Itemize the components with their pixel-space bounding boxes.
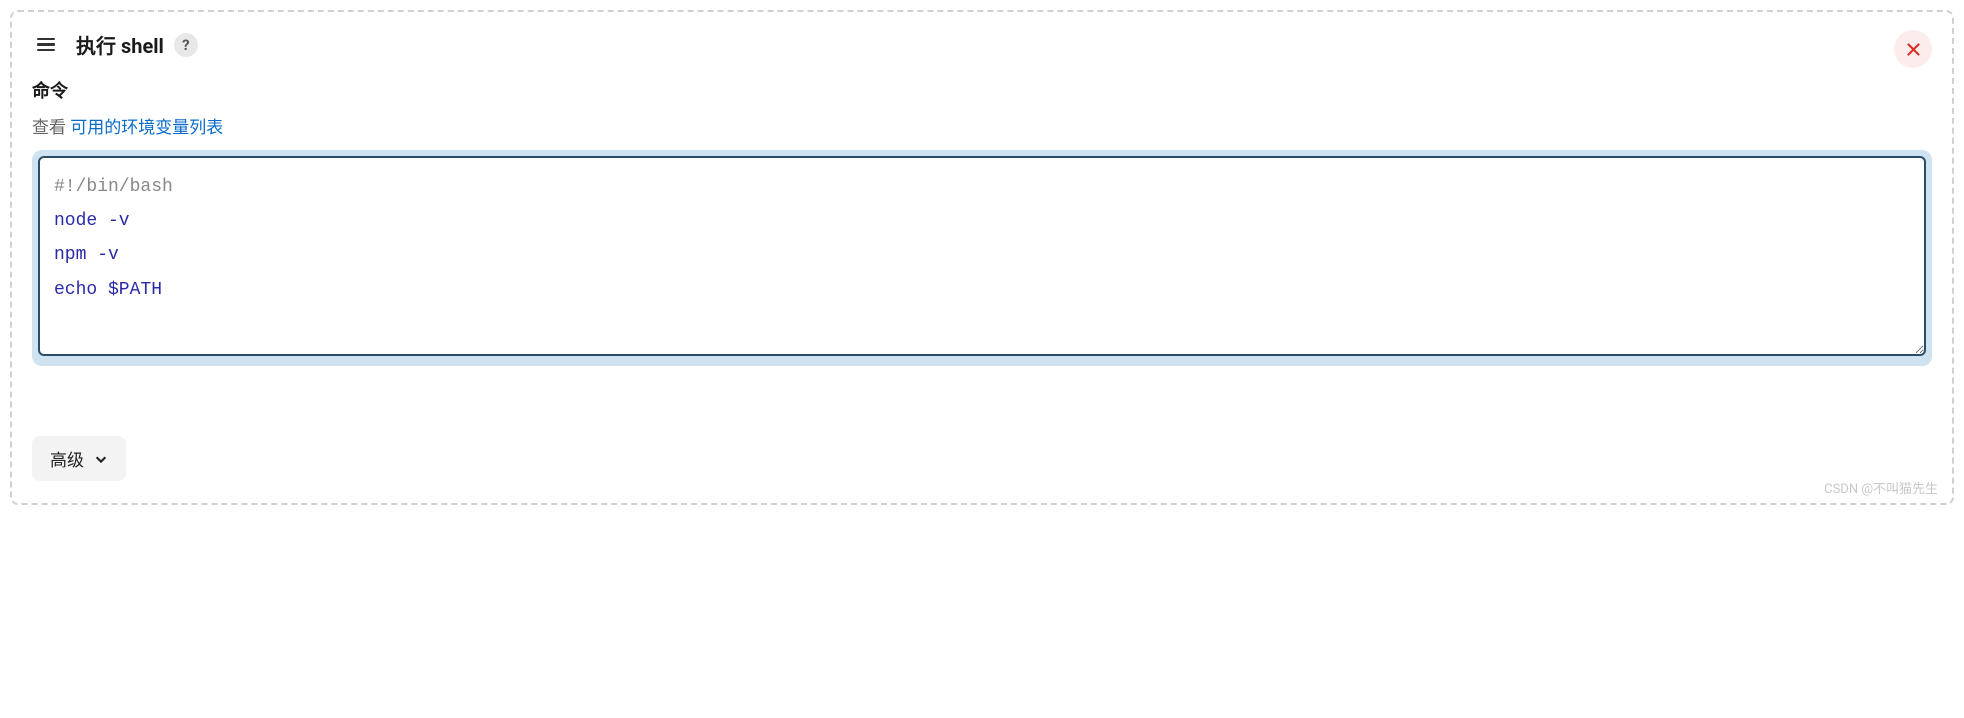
drag-handle-icon[interactable]: [32, 31, 60, 59]
panel-title: 执行 shell: [76, 30, 164, 59]
env-variables-link[interactable]: 可用的环境变量列表: [70, 118, 223, 138]
close-button[interactable]: [1894, 30, 1932, 68]
advanced-toggle-button[interactable]: 高级: [32, 436, 126, 481]
chevron-down-icon: [94, 452, 108, 466]
hint-prefix: 查看: [32, 118, 70, 138]
advanced-label: 高级: [50, 446, 84, 471]
code-editor-wrapper: [32, 150, 1932, 366]
watermark-text: CSDN @不叫猫先生: [1824, 478, 1938, 497]
shell-step-panel: 执行 shell ? 命令 查看 可用的环境变量列表 高级 CSDN @不叫猫先…: [10, 10, 1954, 505]
close-icon: [1906, 42, 1921, 57]
panel-header: 执行 shell ?: [32, 30, 1932, 59]
help-icon[interactable]: ?: [174, 33, 198, 57]
shell-command-input[interactable]: [38, 156, 1926, 356]
env-hint: 查看 可用的环境变量列表: [32, 113, 1932, 138]
command-label: 命令: [32, 77, 1932, 103]
